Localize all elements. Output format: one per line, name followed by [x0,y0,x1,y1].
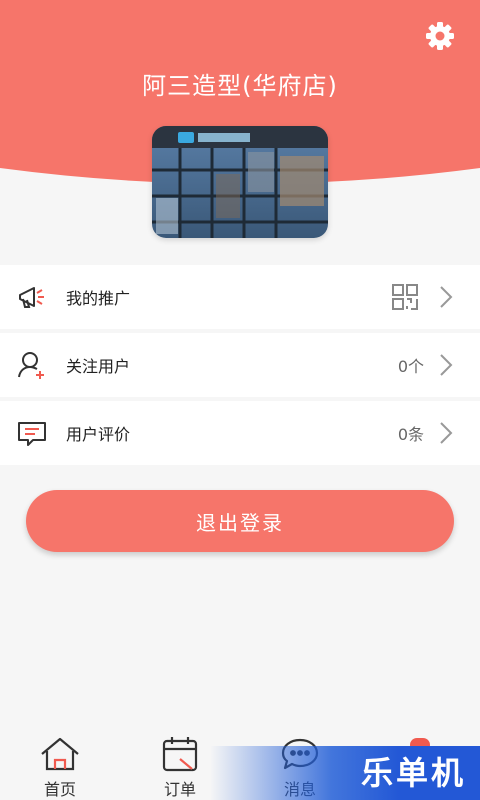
settings-button[interactable] [422,18,458,54]
gear-icon [426,22,454,50]
qr-code-icon[interactable] [390,282,420,312]
menu-item-label: 我的推广 [66,289,131,308]
tab-orders[interactable]: 订单 [140,734,220,800]
store-photo[interactable] [152,126,328,238]
chevron-right-icon [434,421,458,445]
menu-item-label: 关注用户 [66,357,131,376]
menu-item-reviews[interactable]: 用户评价 0条 [0,401,480,465]
followers-count: 0个 [397,357,424,376]
home-icon [20,734,100,774]
chevron-right-icon [434,285,458,309]
megaphone-icon [14,279,50,315]
logout-button[interactable]: 退出登录 [26,490,454,552]
calendar-icon [140,734,220,774]
comment-icon [14,415,50,451]
store-name: 阿三造型(华府店) [142,72,338,100]
menu-item-followers[interactable]: 关注用户 0个 [0,333,480,397]
reviews-count: 0条 [397,425,424,444]
chevron-right-icon [434,353,458,377]
tab-label: 订单 [163,780,196,799]
user-add-icon [14,347,50,383]
tab-label: 首页 [43,780,76,799]
tab-home[interactable]: 首页 [20,734,100,800]
menu-item-label: 用户评价 [66,425,131,444]
watermark-logo: 乐单机 [360,754,466,792]
menu-item-promotion[interactable]: 我的推广 [0,265,480,329]
